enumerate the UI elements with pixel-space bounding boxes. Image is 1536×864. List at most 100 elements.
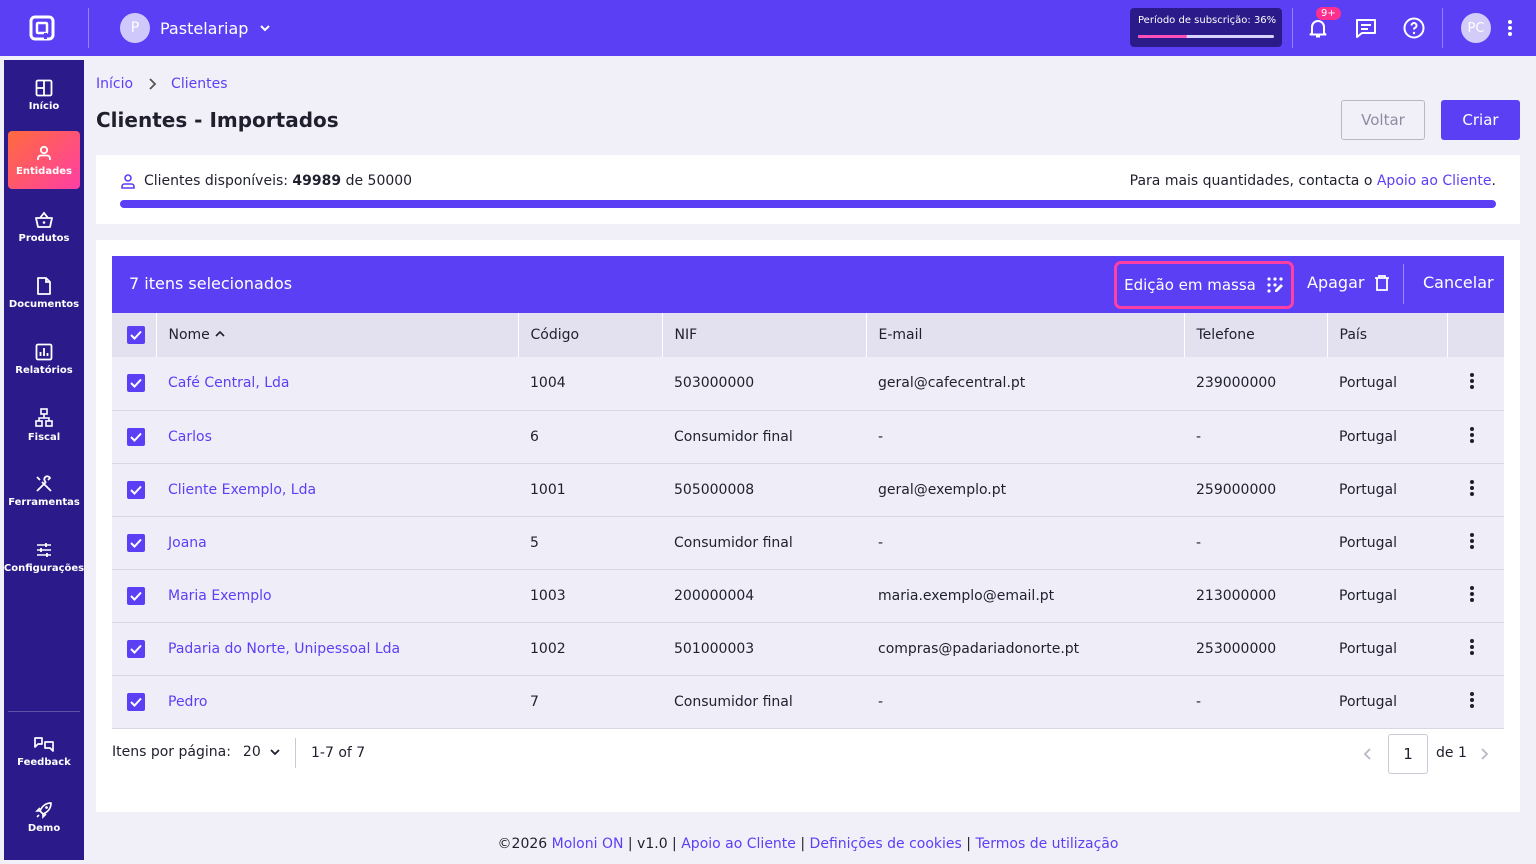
mass-edit-button[interactable]: Edição em massa (1114, 261, 1294, 309)
moloni-logo-icon[interactable] (28, 14, 56, 42)
row-checkbox[interactable] (127, 480, 145, 499)
row-checkbox[interactable] (127, 374, 145, 393)
select-all-header[interactable] (112, 313, 157, 357)
previous-page-icon[interactable] (1360, 746, 1376, 762)
user-avatar[interactable]: PC (1461, 13, 1491, 43)
row-actions-cell[interactable] (1447, 357, 1504, 410)
more-vertical-icon[interactable] (1469, 426, 1475, 444)
row-checkbox-cell[interactable] (112, 516, 156, 569)
client-name-link[interactable]: Cliente Exemplo, Lda (156, 463, 518, 516)
row-checkbox[interactable] (127, 533, 145, 552)
available-text: Clientes disponíveis: 49989 de 50000 (144, 173, 412, 189)
row-checkbox-cell[interactable] (112, 569, 156, 622)
client-name-link[interactable]: Pedro (156, 675, 518, 728)
sidebar-item-inicio[interactable]: Início (8, 66, 80, 124)
table-row[interactable]: Maria Exemplo 1003 200000004 maria.exemplo@… (112, 569, 1504, 622)
sidebar-item-produtos[interactable]: Produtos (8, 198, 80, 256)
footer-brand-link[interactable]: Moloni ON (552, 836, 624, 852)
client-nif: 200000004 (674, 587, 755, 604)
client-country: Portugal (1339, 481, 1397, 498)
row-actions-cell[interactable] (1447, 463, 1504, 516)
footer-cookies-link[interactable]: Definições de cookies (810, 836, 962, 852)
row-checkbox-cell[interactable] (112, 463, 156, 516)
row-actions-cell[interactable] (1447, 410, 1504, 463)
client-name-link[interactable]: Padaria do Norte, Unipessoal Lda (156, 622, 518, 675)
document-icon (37, 276, 51, 295)
header-country[interactable]: País (1327, 313, 1448, 357)
breadcrumb-home[interactable]: Início (96, 76, 133, 92)
sliders-icon (37, 542, 51, 557)
row-actions-cell[interactable] (1447, 516, 1504, 569)
row-checkbox-cell[interactable] (112, 675, 156, 728)
header-phone[interactable]: Telefone (1184, 313, 1328, 357)
page-number-input[interactable]: 1 (1388, 734, 1428, 774)
footer-support-link[interactable]: Apoio ao Cliente (681, 836, 796, 852)
header-email[interactable]: E-mail (866, 313, 1185, 357)
row-checkbox-cell[interactable] (112, 410, 156, 463)
more-vertical-icon[interactable] (1469, 372, 1475, 390)
row-checkbox[interactable] (127, 692, 145, 711)
cancel-button[interactable]: Cancelar (1423, 273, 1494, 292)
more-vertical-icon[interactable] (1469, 691, 1475, 709)
page-count: de 1 (1436, 745, 1467, 761)
create-button[interactable]: Criar (1441, 100, 1520, 140)
more-vertical-icon[interactable] (1469, 638, 1475, 656)
table-row[interactable]: Pedro 7 Consumidor final - - Portugal (112, 675, 1504, 728)
select-all-checkbox[interactable] (127, 326, 145, 344)
next-page-icon[interactable] (1476, 746, 1492, 762)
back-button[interactable]: Voltar (1341, 100, 1425, 140)
client-email: - (878, 428, 884, 445)
availability-card: Clientes disponíveis: 49989 de 50000 Par… (96, 155, 1520, 224)
sidebar-item-documentos[interactable]: Documentos (8, 264, 80, 322)
row-actions-cell[interactable] (1447, 675, 1504, 728)
table-row[interactable]: Carlos 6 Consumidor final - - Portugal (112, 410, 1504, 463)
sidebar-item-ferramentas[interactable]: Ferramentas (8, 462, 80, 520)
delete-button[interactable]: Apagar (1307, 273, 1390, 292)
sidebar-item-entidades[interactable]: Entidades (8, 131, 80, 189)
selected-count: 7 itens selecionados (129, 274, 293, 293)
client-name-link[interactable]: Joana (156, 516, 518, 569)
sidebar-item-feedback[interactable]: Feedback (8, 722, 80, 780)
client-country: Portugal (1339, 428, 1397, 445)
client-country: Portugal (1339, 693, 1397, 710)
row-checkbox[interactable] (127, 586, 145, 605)
header-nif[interactable]: NIF (662, 313, 867, 357)
table-row[interactable]: Joana 5 Consumidor final - - Portugal (112, 516, 1504, 569)
row-checkbox[interactable] (127, 639, 145, 658)
client-name-link[interactable]: Maria Exemplo (156, 569, 518, 622)
table-row[interactable]: Padaria do Norte, Unipessoal Lda 1002 5010… (112, 622, 1504, 675)
row-actions-cell[interactable] (1447, 569, 1504, 622)
sidebar-item-configuracoes[interactable]: Configurações (4, 528, 84, 586)
footer-terms-link[interactable]: Termos de utilização (975, 836, 1118, 852)
chat-icon[interactable] (1354, 16, 1378, 40)
more-vertical-icon[interactable] (1498, 16, 1522, 40)
client-phone: - (1196, 693, 1202, 710)
row-checkbox-cell[interactable] (112, 622, 156, 675)
subscription-period[interactable]: Período de subscrição: 36% (1130, 8, 1282, 47)
client-country: Portugal (1339, 587, 1397, 604)
breadcrumb-current[interactable]: Clientes (171, 76, 227, 92)
sidebar-item-relatorios[interactable]: Relatórios (8, 330, 80, 388)
table-row[interactable]: Cliente Exemplo, Lda 1001 505000008 geral@e… (112, 463, 1504, 516)
items-per-page-select[interactable]: 20 (243, 744, 281, 760)
row-checkbox-cell[interactable] (112, 357, 156, 410)
more-vertical-icon[interactable] (1469, 479, 1475, 497)
table-row[interactable]: Café Central, Lda 1004 503000000 geral@cafe… (112, 357, 1504, 410)
check-icon (130, 432, 142, 442)
row-actions-cell[interactable] (1447, 622, 1504, 675)
header-name[interactable]: Nome (156, 313, 519, 357)
company-selector[interactable]: P Pastelariap (120, 13, 272, 43)
client-name-link[interactable]: Carlos (156, 410, 518, 463)
support-link[interactable]: Apoio ao Cliente (1377, 173, 1492, 189)
footer-version: | v1.0 | (623, 836, 682, 852)
more-vertical-icon[interactable] (1469, 585, 1475, 603)
sidebar-item-fiscal[interactable]: Fiscal (8, 396, 80, 454)
more-vertical-icon[interactable] (1469, 532, 1475, 550)
help-icon[interactable] (1402, 16, 1426, 40)
client-code: 5 (530, 534, 539, 551)
client-name-link[interactable]: Café Central, Lda (156, 357, 518, 410)
divider (1442, 8, 1443, 48)
items-per-page-label: Itens por página: (112, 744, 231, 760)
row-checkbox[interactable] (127, 427, 145, 446)
header-code[interactable]: Código (518, 313, 663, 357)
